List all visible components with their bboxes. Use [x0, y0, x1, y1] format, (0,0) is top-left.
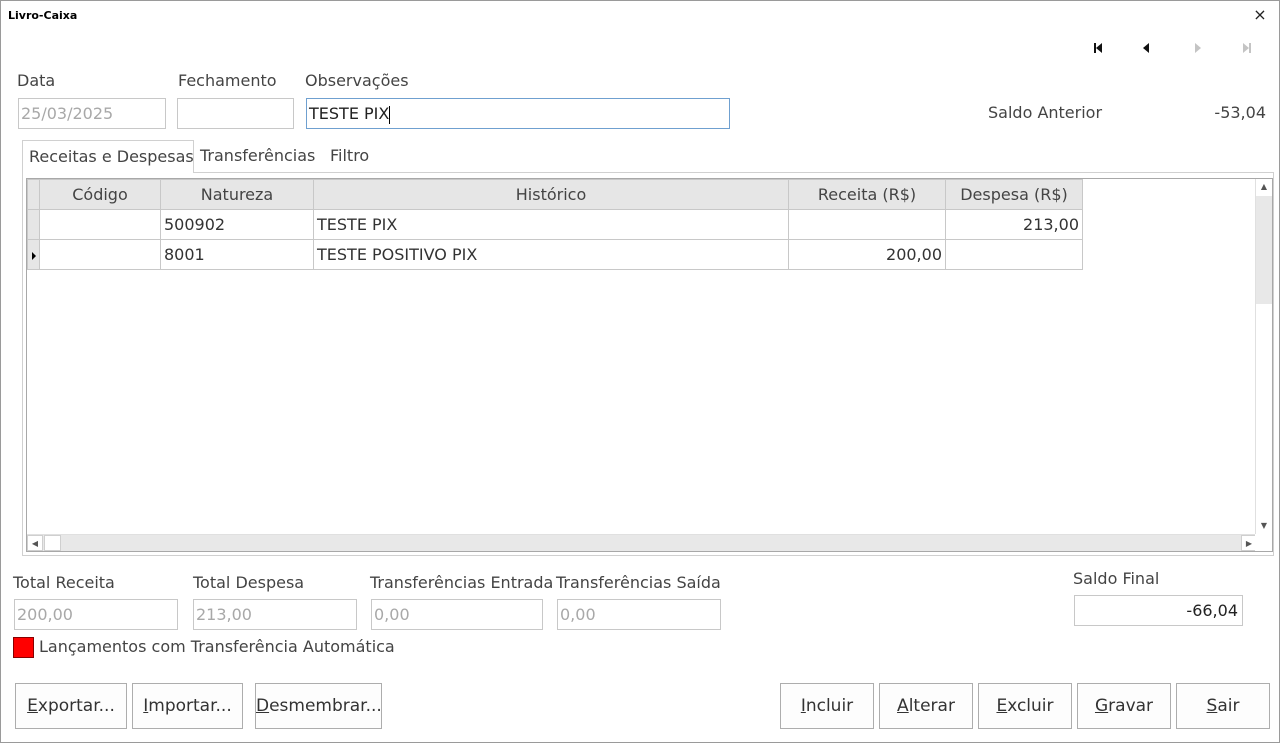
data-label: Data: [17, 71, 56, 90]
column-header-natureza[interactable]: Natureza: [160, 179, 314, 210]
excluir-button[interactable]: Excluir: [978, 683, 1072, 729]
tab-filtro[interactable]: Filtro: [324, 140, 375, 173]
cell-receita[interactable]: [788, 209, 946, 240]
cell-despesa[interactable]: 213,00: [945, 209, 1083, 240]
text-caret: [389, 105, 391, 124]
vertical-scroll-thumb[interactable]: [1256, 196, 1272, 304]
fechamento-label: Fechamento: [178, 71, 277, 90]
data-field[interactable]: 25/03/2025: [18, 98, 166, 129]
previous-record-icon: [1143, 43, 1149, 53]
transf-saida-field: 0,00: [557, 599, 721, 630]
last-record-button[interactable]: [1238, 39, 1256, 57]
row-indicator[interactable]: [27, 209, 40, 240]
total-receita-field: 200,00: [14, 599, 178, 630]
current-row-icon: [32, 252, 36, 260]
cell-receita[interactable]: 200,00: [788, 239, 946, 270]
column-header-historico[interactable]: Histórico: [313, 179, 789, 210]
cell-despesa[interactable]: [945, 239, 1083, 270]
row-indicator-header: [27, 179, 40, 210]
previous-record-button[interactable]: [1138, 39, 1156, 57]
next-record-button[interactable]: [1188, 39, 1206, 57]
cell-historico[interactable]: TESTE POSITIVO PIX: [313, 239, 789, 270]
total-despesa-field: 213,00: [193, 599, 357, 630]
total-despesa-label: Total Despesa: [193, 573, 305, 592]
column-header-codigo[interactable]: Código: [39, 179, 161, 210]
close-button[interactable]: ×: [1251, 5, 1269, 25]
saldo-anterior-label: Saldo Anterior: [988, 103, 1103, 122]
cell-codigo[interactable]: [39, 239, 161, 270]
transf-saida-label: Transferências Saída: [556, 573, 721, 592]
scrollbar-corner: [1255, 534, 1272, 551]
observacoes-label: Observações: [305, 71, 409, 90]
observacoes-field[interactable]: TESTE PIX: [306, 98, 730, 129]
table-row[interactable]: 8001 TESTE POSITIVO PIX 200,00: [27, 239, 1083, 270]
transf-entrada-label: Transferências Entrada: [370, 573, 554, 592]
livro-caixa-window: Livro-Caixa × Data 25/03/2025 Fechamento…: [0, 0, 1280, 743]
legend-color-swatch: [13, 637, 34, 658]
row-indicator[interactable]: [27, 239, 40, 270]
scroll-left-icon[interactable]: ◀: [27, 535, 43, 551]
table-row[interactable]: 500902 TESTE PIX 213,00: [27, 209, 1083, 240]
sair-button[interactable]: Sair: [1176, 683, 1270, 729]
table-header-row: Código Natureza Histórico Receita (R$) D…: [27, 179, 1083, 210]
incluir-button[interactable]: Incluir: [780, 683, 874, 729]
divider: [11, 670, 1273, 671]
cell-natureza[interactable]: 8001: [160, 239, 314, 270]
alterar-button[interactable]: Alterar: [879, 683, 973, 729]
scroll-down-icon[interactable]: ▼: [1256, 518, 1272, 534]
saldo-final-field: -66,04: [1074, 595, 1243, 626]
saldo-anterior-value: -53,04: [1214, 103, 1266, 122]
window-title: Livro-Caixa: [8, 9, 78, 22]
cell-natureza[interactable]: 500902: [160, 209, 314, 240]
fechamento-field[interactable]: [177, 98, 294, 129]
scroll-up-icon[interactable]: ▲: [1256, 179, 1272, 195]
exportar-button[interactable]: Exportar...: [15, 683, 127, 729]
desmembrar-button[interactable]: Desmembrar...: [255, 683, 382, 729]
cell-codigo[interactable]: [39, 209, 161, 240]
transf-entrada-field: 0,00: [371, 599, 543, 630]
legend-label: Lançamentos com Transferência Automática: [39, 637, 395, 656]
importar-button[interactable]: Importar...: [132, 683, 243, 729]
total-receita-label: Total Receita: [13, 573, 115, 592]
vertical-scrollbar[interactable]: ▲ ▼: [1255, 179, 1272, 534]
lancamentos-grid[interactable]: Código Natureza Histórico Receita (R$) D…: [26, 178, 1273, 552]
saldo-final-label: Saldo Final: [1073, 569, 1160, 588]
tab-transferencias[interactable]: Transferências: [194, 140, 321, 173]
lancamentos-table: Código Natureza Histórico Receita (R$) D…: [27, 179, 1083, 270]
cell-historico[interactable]: TESTE PIX: [313, 209, 789, 240]
first-record-icon: [1094, 43, 1102, 53]
tab-receitas-despesas[interactable]: Receitas e Despesas: [22, 140, 194, 173]
observacoes-value: TESTE PIX: [309, 104, 390, 123]
horizontal-scrollbar[interactable]: ◀ ▶: [27, 534, 1257, 551]
column-header-receita[interactable]: Receita (R$): [788, 179, 946, 210]
next-record-icon: [1195, 43, 1201, 53]
last-record-icon: [1243, 43, 1251, 53]
horizontal-scroll-thumb[interactable]: [44, 535, 61, 551]
first-record-button[interactable]: [1089, 39, 1107, 57]
gravar-button[interactable]: Gravar: [1077, 683, 1171, 729]
column-header-despesa[interactable]: Despesa (R$): [945, 179, 1083, 210]
